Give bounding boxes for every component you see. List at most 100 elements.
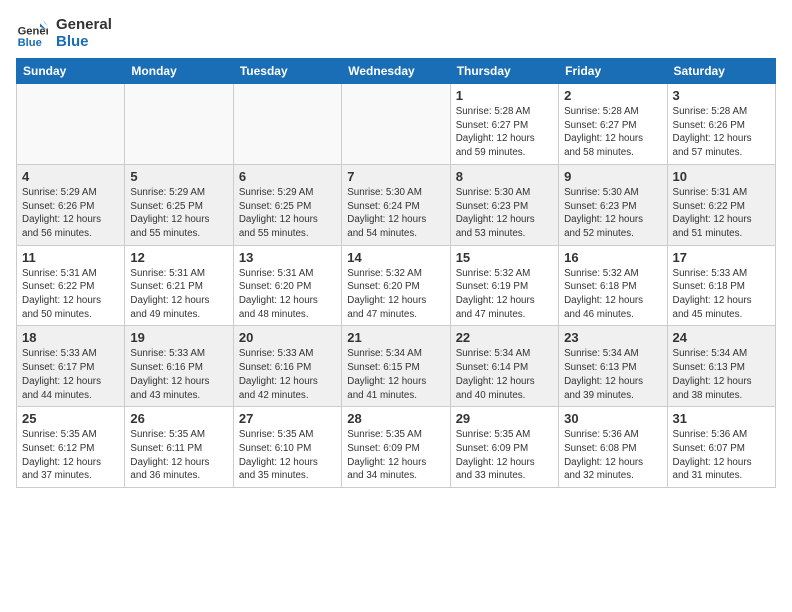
- day-info: Sunrise: 5:31 AM Sunset: 6:22 PM Dayligh…: [673, 186, 770, 241]
- day-number: 10: [673, 169, 770, 184]
- calendar-table: SundayMondayTuesdayWednesdayThursdayFrid…: [16, 58, 776, 488]
- logo-blue: Blue: [56, 33, 112, 50]
- calendar-header-wednesday: Wednesday: [342, 59, 450, 84]
- calendar-cell: 2 Sunrise: 5:28 AM Sunset: 6:27 PM Daylig…: [559, 84, 667, 165]
- calendar-cell: [125, 84, 233, 165]
- day-info: Sunrise: 5:31 AM Sunset: 6:22 PM Dayligh…: [22, 267, 119, 322]
- day-info: Sunrise: 5:35 AM Sunset: 6:10 PM Dayligh…: [239, 428, 336, 483]
- day-number: 30: [564, 411, 661, 426]
- day-info: Sunrise: 5:33 AM Sunset: 6:16 PM Dayligh…: [130, 347, 227, 402]
- day-info: Sunrise: 5:29 AM Sunset: 6:25 PM Dayligh…: [239, 186, 336, 241]
- day-number: 17: [673, 250, 770, 265]
- calendar-cell: [342, 84, 450, 165]
- day-number: 7: [347, 169, 444, 184]
- day-info: Sunrise: 5:30 AM Sunset: 6:23 PM Dayligh…: [564, 186, 661, 241]
- calendar-header-tuesday: Tuesday: [233, 59, 341, 84]
- page-header: General Blue General Blue: [16, 16, 776, 50]
- logo: General Blue General Blue: [16, 16, 112, 50]
- calendar-cell: 17 Sunrise: 5:33 AM Sunset: 6:18 PM Dayli…: [667, 245, 775, 326]
- logo-icon: General Blue: [16, 17, 48, 49]
- day-number: 1: [456, 88, 553, 103]
- calendar-week-row: 11 Sunrise: 5:31 AM Sunset: 6:22 PM Dayli…: [17, 245, 776, 326]
- day-info: Sunrise: 5:32 AM Sunset: 6:19 PM Dayligh…: [456, 267, 553, 322]
- day-number: 31: [673, 411, 770, 426]
- day-info: Sunrise: 5:29 AM Sunset: 6:26 PM Dayligh…: [22, 186, 119, 241]
- calendar-cell: 12Sunrise: 5:31 AM Sunset: 6:21 PM Dayli…: [125, 245, 233, 326]
- day-number: 16: [564, 250, 661, 265]
- calendar-header-thursday: Thursday: [450, 59, 558, 84]
- day-number: 28: [347, 411, 444, 426]
- calendar-cell: 1 Sunrise: 5:28 AM Sunset: 6:27 PM Daylig…: [450, 84, 558, 165]
- calendar-cell: 6 Sunrise: 5:29 AM Sunset: 6:25 PM Daylig…: [233, 164, 341, 245]
- calendar-cell: 25Sunrise: 5:35 AM Sunset: 6:12 PM Dayli…: [17, 407, 125, 488]
- calendar-cell: 4Sunrise: 5:29 AM Sunset: 6:26 PM Daylig…: [17, 164, 125, 245]
- day-info: Sunrise: 5:28 AM Sunset: 6:27 PM Dayligh…: [564, 105, 661, 160]
- calendar-cell: [233, 84, 341, 165]
- calendar-cell: 30 Sunrise: 5:36 AM Sunset: 6:08 PM Dayli…: [559, 407, 667, 488]
- day-number: 26: [130, 411, 227, 426]
- calendar-cell: 10 Sunrise: 5:31 AM Sunset: 6:22 PM Dayli…: [667, 164, 775, 245]
- calendar-week-row: 18 Sunrise: 5:33 AM Sunset: 6:17 PM Dayli…: [17, 326, 776, 407]
- calendar-cell: 22 Sunrise: 5:34 AM Sunset: 6:14 PM Dayli…: [450, 326, 558, 407]
- day-number: 19: [130, 330, 227, 345]
- day-info: Sunrise: 5:30 AM Sunset: 6:23 PM Dayligh…: [456, 186, 553, 241]
- calendar-cell: [17, 84, 125, 165]
- day-number: 29: [456, 411, 553, 426]
- day-number: 2: [564, 88, 661, 103]
- calendar-week-row: 25Sunrise: 5:35 AM Sunset: 6:12 PM Dayli…: [17, 407, 776, 488]
- calendar-week-row: 4Sunrise: 5:29 AM Sunset: 6:26 PM Daylig…: [17, 164, 776, 245]
- day-number: 8: [456, 169, 553, 184]
- day-number: 24: [673, 330, 770, 345]
- day-info: Sunrise: 5:28 AM Sunset: 6:26 PM Dayligh…: [673, 105, 770, 160]
- day-number: 21: [347, 330, 444, 345]
- calendar-cell: 26 Sunrise: 5:35 AM Sunset: 6:11 PM Dayli…: [125, 407, 233, 488]
- day-info: Sunrise: 5:35 AM Sunset: 6:09 PM Dayligh…: [456, 428, 553, 483]
- day-number: 5: [130, 169, 227, 184]
- day-info: Sunrise: 5:33 AM Sunset: 6:17 PM Dayligh…: [22, 347, 119, 402]
- day-info: Sunrise: 5:36 AM Sunset: 6:07 PM Dayligh…: [673, 428, 770, 483]
- calendar-header-monday: Monday: [125, 59, 233, 84]
- calendar-cell: 14 Sunrise: 5:32 AM Sunset: 6:20 PM Dayli…: [342, 245, 450, 326]
- day-info: Sunrise: 5:36 AM Sunset: 6:08 PM Dayligh…: [564, 428, 661, 483]
- day-number: 14: [347, 250, 444, 265]
- day-number: 18: [22, 330, 119, 345]
- day-info: Sunrise: 5:28 AM Sunset: 6:27 PM Dayligh…: [456, 105, 553, 160]
- calendar-cell: 18 Sunrise: 5:33 AM Sunset: 6:17 PM Dayli…: [17, 326, 125, 407]
- calendar-header-sunday: Sunday: [17, 59, 125, 84]
- day-number: 9: [564, 169, 661, 184]
- calendar-header-friday: Friday: [559, 59, 667, 84]
- calendar-header-row: SundayMondayTuesdayWednesdayThursdayFrid…: [17, 59, 776, 84]
- day-info: Sunrise: 5:35 AM Sunset: 6:09 PM Dayligh…: [347, 428, 444, 483]
- day-info: Sunrise: 5:34 AM Sunset: 6:13 PM Dayligh…: [673, 347, 770, 402]
- day-info: Sunrise: 5:34 AM Sunset: 6:13 PM Dayligh…: [564, 347, 661, 402]
- day-number: 6: [239, 169, 336, 184]
- day-info: Sunrise: 5:33 AM Sunset: 6:16 PM Dayligh…: [239, 347, 336, 402]
- svg-text:Blue: Blue: [18, 37, 42, 49]
- calendar-cell: 7Sunrise: 5:30 AM Sunset: 6:24 PM Daylig…: [342, 164, 450, 245]
- day-number: 15: [456, 250, 553, 265]
- calendar-cell: 23 Sunrise: 5:34 AM Sunset: 6:13 PM Dayli…: [559, 326, 667, 407]
- calendar-cell: 29 Sunrise: 5:35 AM Sunset: 6:09 PM Dayli…: [450, 407, 558, 488]
- calendar-cell: 19 Sunrise: 5:33 AM Sunset: 6:16 PM Dayli…: [125, 326, 233, 407]
- day-info: Sunrise: 5:35 AM Sunset: 6:12 PM Dayligh…: [22, 428, 119, 483]
- day-info: Sunrise: 5:32 AM Sunset: 6:20 PM Dayligh…: [347, 267, 444, 322]
- calendar-header-saturday: Saturday: [667, 59, 775, 84]
- day-number: 23: [564, 330, 661, 345]
- calendar-cell: 9 Sunrise: 5:30 AM Sunset: 6:23 PM Daylig…: [559, 164, 667, 245]
- day-number: 11: [22, 250, 119, 265]
- day-number: 22: [456, 330, 553, 345]
- day-info: Sunrise: 5:32 AM Sunset: 6:18 PM Dayligh…: [564, 267, 661, 322]
- day-number: 20: [239, 330, 336, 345]
- day-info: Sunrise: 5:33 AM Sunset: 6:18 PM Dayligh…: [673, 267, 770, 322]
- calendar-cell: 13Sunrise: 5:31 AM Sunset: 6:20 PM Dayli…: [233, 245, 341, 326]
- day-info: Sunrise: 5:34 AM Sunset: 6:14 PM Dayligh…: [456, 347, 553, 402]
- calendar-cell: 16 Sunrise: 5:32 AM Sunset: 6:18 PM Dayli…: [559, 245, 667, 326]
- day-info: Sunrise: 5:29 AM Sunset: 6:25 PM Dayligh…: [130, 186, 227, 241]
- day-number: 12: [130, 250, 227, 265]
- day-info: Sunrise: 5:35 AM Sunset: 6:11 PM Dayligh…: [130, 428, 227, 483]
- day-number: 3: [673, 88, 770, 103]
- calendar-cell: 5 Sunrise: 5:29 AM Sunset: 6:25 PM Daylig…: [125, 164, 233, 245]
- day-number: 27: [239, 411, 336, 426]
- calendar-cell: 11 Sunrise: 5:31 AM Sunset: 6:22 PM Dayli…: [17, 245, 125, 326]
- day-number: 13: [239, 250, 336, 265]
